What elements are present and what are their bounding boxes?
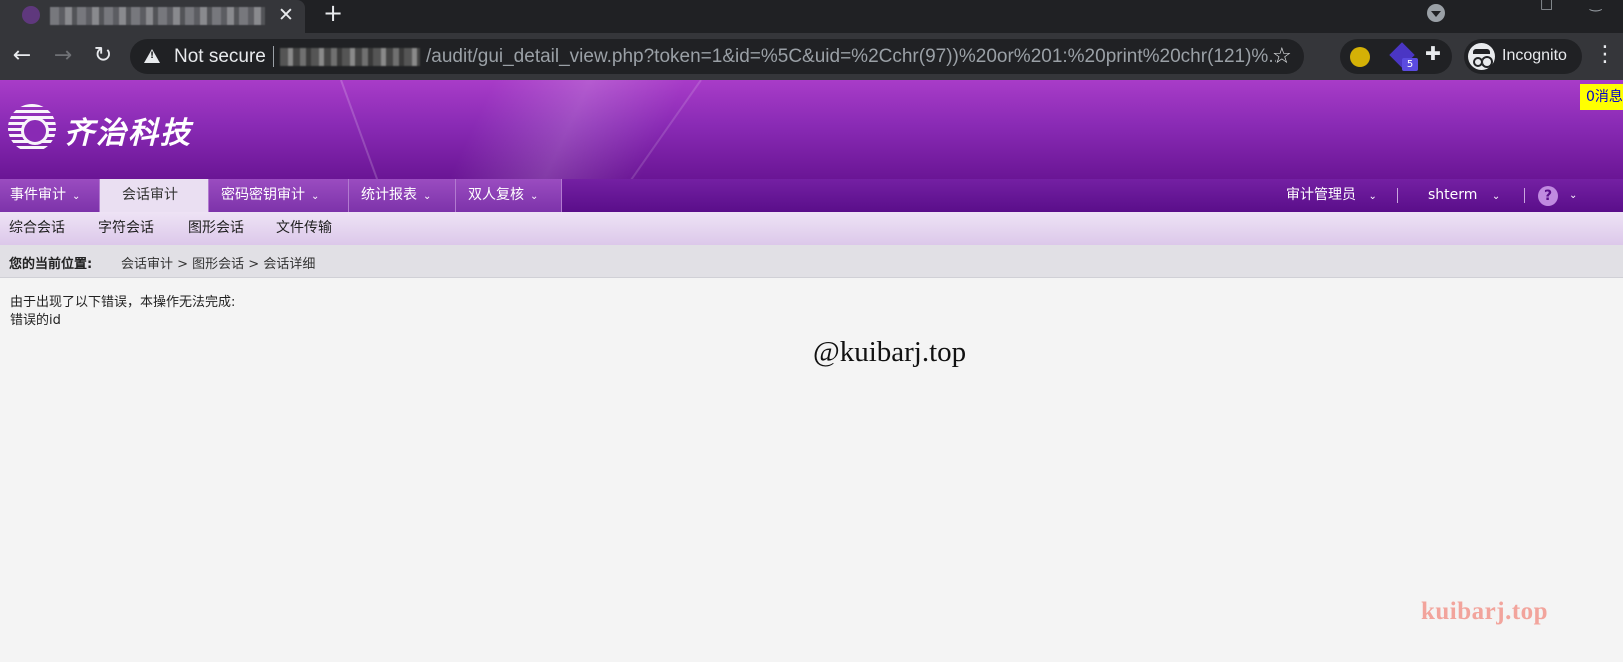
- message-badge[interactable]: 0消息: [1580, 84, 1623, 110]
- sub-nav: 综合会话 字符会话 图形会话 文件传输: [0, 212, 1623, 245]
- nav-item-label: 双人复核: [468, 187, 524, 203]
- user-menu[interactable]: shterm ⌄: [1428, 179, 1500, 212]
- extension-yellow-icon[interactable]: [1350, 47, 1370, 67]
- error-detail: 错误的id: [10, 313, 61, 328]
- bookmark-star-icon[interactable]: ☆: [1272, 44, 1292, 69]
- site-banner: 齐治科技: [0, 80, 1623, 179]
- incognito-label: Incognito: [1502, 47, 1567, 64]
- puzzle-icon[interactable]: ✚: [1425, 43, 1441, 65]
- breadcrumb: 您的当前位置: 会话审计 > 图形会话 > 会话详细: [0, 245, 1623, 278]
- favicon-icon: [22, 6, 40, 24]
- back-icon[interactable]: ←: [8, 42, 36, 70]
- nav-item-label: 统计报表: [361, 187, 417, 203]
- nav-item-session-audit[interactable]: 会话审计: [100, 179, 209, 212]
- window-restore-icon[interactable]: □: [1540, 0, 1553, 12]
- window-minimize-icon[interactable]: ‿: [1590, 0, 1601, 12]
- chevron-down-icon: ⌄: [1491, 191, 1501, 202]
- logo-icon: [8, 104, 56, 152]
- help-icon[interactable]: ?: [1538, 186, 1558, 206]
- browser-tab[interactable]: ✕: [0, 0, 305, 33]
- nav-divider: [1524, 188, 1525, 203]
- error-message: 由于出现了以下错误，本操作无法完成:: [10, 295, 236, 310]
- chevron-down-icon: ⌄: [311, 191, 320, 202]
- forward-icon[interactable]: →: [49, 42, 77, 70]
- url-host-redacted: [280, 48, 420, 66]
- banner-decoration: [330, 80, 850, 179]
- tab-close-icon[interactable]: ✕: [275, 2, 297, 28]
- subnav-item-graphic-sessions[interactable]: 图形会话: [188, 212, 244, 245]
- watermark-center: @kuibarj.top: [813, 336, 967, 368]
- nav-item-password-key-audit[interactable]: 密码密钥审计 ⌄: [209, 179, 349, 212]
- breadcrumb-path: 会话审计 > 图形会话 > 会话详细: [121, 257, 316, 272]
- tab-title-redacted: [50, 7, 265, 25]
- new-tab-icon[interactable]: +: [320, 0, 346, 28]
- incognito-indicator[interactable]: Incognito: [1464, 39, 1582, 74]
- chevron-down-icon[interactable]: ⌄: [1569, 179, 1577, 212]
- role-label: 审计管理员: [1286, 187, 1356, 203]
- chevron-down-icon: ⌄: [72, 191, 81, 202]
- address-bar[interactable]: Not secure /audit/gui_detail_view.php?to…: [130, 39, 1304, 74]
- browser-toolbar: ← → ↻ Not secure /audit/gui_detail_view.…: [0, 33, 1623, 80]
- logo-text: 齐治科技: [64, 116, 192, 151]
- address-separator: [273, 46, 274, 67]
- subnav-item-file-transfer[interactable]: 文件传输: [276, 212, 332, 245]
- browser-tabstrip: ✕ + □ ‿: [0, 0, 1623, 33]
- not-secure-label[interactable]: Not secure: [174, 46, 266, 68]
- nav-item-label: 密码密钥审计: [221, 187, 305, 203]
- warning-icon[interactable]: [144, 49, 160, 63]
- nav-item-label: 事件审计: [10, 187, 66, 203]
- breadcrumb-label: 您的当前位置:: [9, 257, 93, 272]
- nav-item-label: 会话审计: [122, 187, 178, 203]
- nav-item-event-audit[interactable]: 事件审计 ⌄: [0, 179, 100, 212]
- incognito-icon: [1468, 43, 1495, 70]
- watermark-corner: kuibarj.top: [1421, 598, 1549, 625]
- extensions-area: 5 ✚: [1340, 39, 1452, 74]
- subnav-item-character-sessions[interactable]: 字符会话: [98, 212, 154, 245]
- subnav-item-all-sessions[interactable]: 综合会话: [9, 212, 65, 245]
- chevron-down-icon: ⌄: [530, 191, 539, 202]
- url-path[interactable]: /audit/gui_detail_view.php?token=1&id=%5…: [426, 46, 1276, 68]
- nav-item-dual-review[interactable]: 双人复核 ⌄: [456, 179, 562, 212]
- nav-divider: [1397, 188, 1398, 203]
- tab-search-icon[interactable]: [1427, 4, 1445, 22]
- role-menu[interactable]: 审计管理员 ⌄: [1286, 179, 1377, 212]
- reload-icon[interactable]: ↻: [89, 42, 117, 70]
- username-label: shterm: [1428, 187, 1478, 203]
- extension-badge: 5: [1402, 58, 1418, 71]
- main-nav: 事件审计 ⌄ 会话审计 密码密钥审计 ⌄ 统计报表 ⌄ 双人复核 ⌄ 审计管理员 ⌄ s…: [0, 179, 1623, 212]
- browser-menu-icon[interactable]: ⋮: [1594, 42, 1616, 67]
- chevron-down-icon: ⌄: [1368, 191, 1377, 202]
- chevron-down-icon: ⌄: [423, 191, 432, 202]
- nav-item-statistics-report[interactable]: 统计报表 ⌄: [349, 179, 456, 212]
